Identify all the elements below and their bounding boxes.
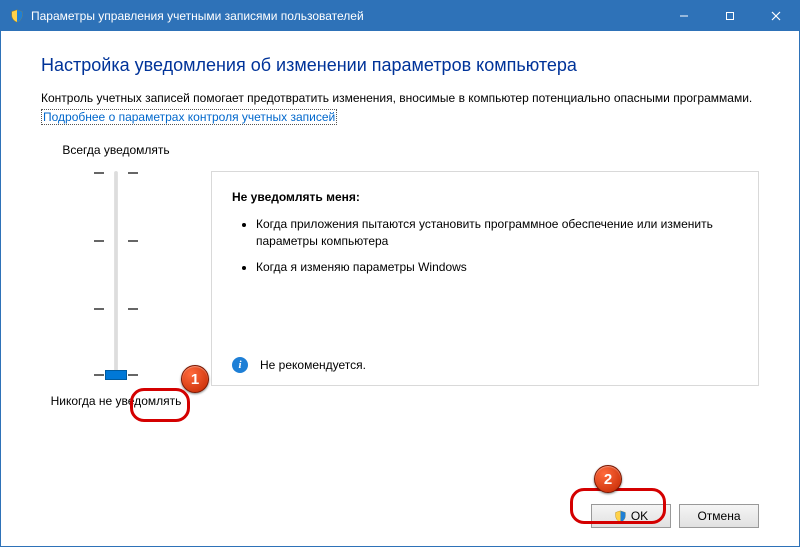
cancel-button-label: Отмена <box>697 509 740 523</box>
info-list-item: Когда приложения пытаются установить про… <box>256 216 738 250</box>
slider-rail <box>115 171 118 378</box>
cancel-button[interactable]: Отмена <box>679 504 759 528</box>
uac-slider[interactable] <box>86 167 146 382</box>
minimize-button[interactable] <box>661 1 707 31</box>
ok-button[interactable]: OK <box>591 504 671 528</box>
maximize-button[interactable] <box>707 1 753 31</box>
info-panel-title: Не уведомлять меня: <box>232 190 738 204</box>
slider-tick <box>94 172 104 174</box>
info-footer-text: Не рекомендуется. <box>260 358 366 372</box>
info-icon: i <box>232 357 248 373</box>
titlebar: Параметры управления учетными записями п… <box>1 1 799 31</box>
slider-tick <box>94 308 104 310</box>
shield-icon <box>614 510 627 523</box>
close-button[interactable] <box>753 1 799 31</box>
slider-tick <box>128 374 138 376</box>
slider-tick <box>128 172 138 174</box>
slider-tick <box>128 308 138 310</box>
slider-column: Всегда уведомлять Никогда не уведомлять <box>41 143 191 408</box>
ok-button-label: OK <box>631 509 648 523</box>
info-footer: i Не рекомендуется. <box>232 357 366 373</box>
uac-settings-window: Параметры управления учетными записями п… <box>0 0 800 547</box>
button-row: OK Отмена <box>583 504 759 528</box>
slider-area: Всегда уведомлять Никогда не уведомлять <box>41 143 759 408</box>
slider-tick <box>128 240 138 242</box>
page-heading: Настройка уведомления об изменении парам… <box>41 55 759 76</box>
page-description: Контроль учетных записей помогает предот… <box>41 90 759 107</box>
slider-tick <box>94 240 104 242</box>
content-area: Настройка уведомления об изменении парам… <box>1 31 799 546</box>
info-list: Когда приложения пытаются установить про… <box>232 216 738 276</box>
slider-top-label: Всегда уведомлять <box>62 143 169 157</box>
window-title: Параметры управления учетными записями п… <box>31 9 661 23</box>
slider-bottom-label: Никогда не уведомлять <box>51 394 182 408</box>
slider-thumb[interactable] <box>105 370 127 380</box>
slider-tick <box>94 374 104 376</box>
info-list-item: Когда я изменяю параметры Windows <box>256 259 738 276</box>
learn-more-link[interactable]: Подробнее о параметрах контроля учетных … <box>41 109 337 125</box>
window-controls <box>661 1 799 31</box>
shield-icon <box>9 8 25 24</box>
info-panel: Не уведомлять меня: Когда приложения пыт… <box>211 171 759 386</box>
